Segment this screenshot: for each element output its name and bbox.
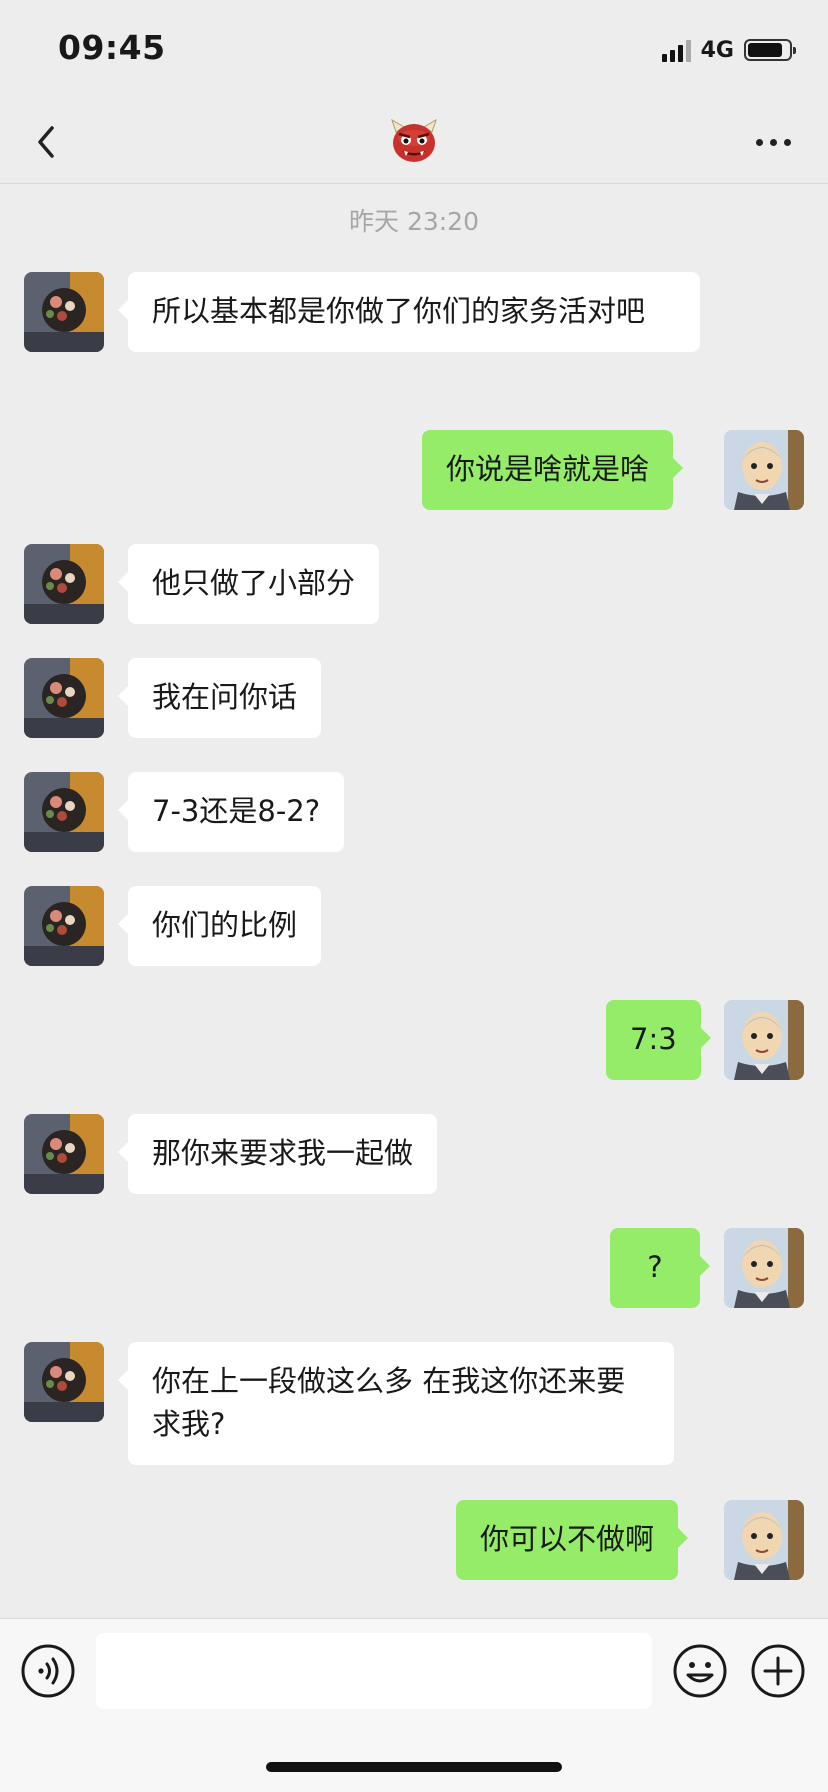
chevron-left-icon: [38, 126, 54, 158]
status-bar: 09:45 4G: [0, 0, 828, 100]
status-time: 09:45: [58, 28, 166, 67]
voice-icon: [21, 1644, 75, 1698]
ellipsis-icon: [755, 138, 763, 146]
contact-avatar[interactable]: [24, 544, 104, 624]
message-bubble-outgoing[interactable]: 你可以不做啊: [456, 1500, 689, 1580]
message-bubble-incoming[interactable]: 7-3还是8-2?: [117, 772, 345, 852]
voice-button[interactable]: [20, 1643, 76, 1699]
contact-avatar[interactable]: [24, 1114, 104, 1194]
plus-circle-icon: [751, 1644, 805, 1698]
message-bubble-incoming[interactable]: 那你来要求我一起做: [117, 1114, 438, 1194]
message-bubble-outgoing[interactable]: 你说是啥就是啥: [422, 430, 684, 510]
signal-icon: [661, 38, 691, 62]
message-bubble-outgoing[interactable]: 7:3: [606, 1000, 711, 1080]
contact-avatar[interactable]: [24, 658, 104, 738]
message-input[interactable]: [96, 1633, 652, 1709]
back-button[interactable]: [22, 112, 82, 172]
network-label: 4G: [700, 37, 734, 63]
chat-timestamp: 昨天 23:20: [349, 207, 479, 236]
contact-avatar[interactable]: [24, 886, 104, 966]
my-avatar[interactable]: [724, 1500, 804, 1580]
contact-avatar[interactable]: [24, 772, 104, 852]
status-indicators: 4G: [661, 36, 796, 64]
more-button[interactable]: [738, 112, 808, 172]
my-avatar[interactable]: [724, 1228, 804, 1308]
contact-avatar[interactable]: [24, 1342, 104, 1422]
emoji-button[interactable]: [672, 1643, 728, 1699]
message-bubble-incoming[interactable]: 他只做了小部分: [117, 544, 380, 624]
message-bubble-incoming[interactable]: 你们的比例: [117, 886, 322, 966]
my-avatar[interactable]: [724, 430, 804, 510]
smiley-icon: [673, 1644, 727, 1698]
message-bubble-incoming[interactable]: 所以基本都是你做了你们的家务活对吧: [118, 272, 700, 352]
battery-icon: [744, 39, 796, 61]
ogre-face-icon: [391, 118, 437, 162]
message-bubble-outgoing[interactable]: ?: [610, 1228, 710, 1308]
more-functions-button[interactable]: [750, 1643, 806, 1699]
my-avatar[interactable]: [724, 1000, 804, 1080]
contact-avatar[interactable]: [24, 272, 104, 352]
message-bubble-incoming[interactable]: 我在问你话: [117, 658, 322, 738]
message-bubble-incoming[interactable]: 你在上一段做这么多 在我这你还来要求我?: [118, 1342, 674, 1465]
home-indicator[interactable]: [266, 1762, 562, 1772]
